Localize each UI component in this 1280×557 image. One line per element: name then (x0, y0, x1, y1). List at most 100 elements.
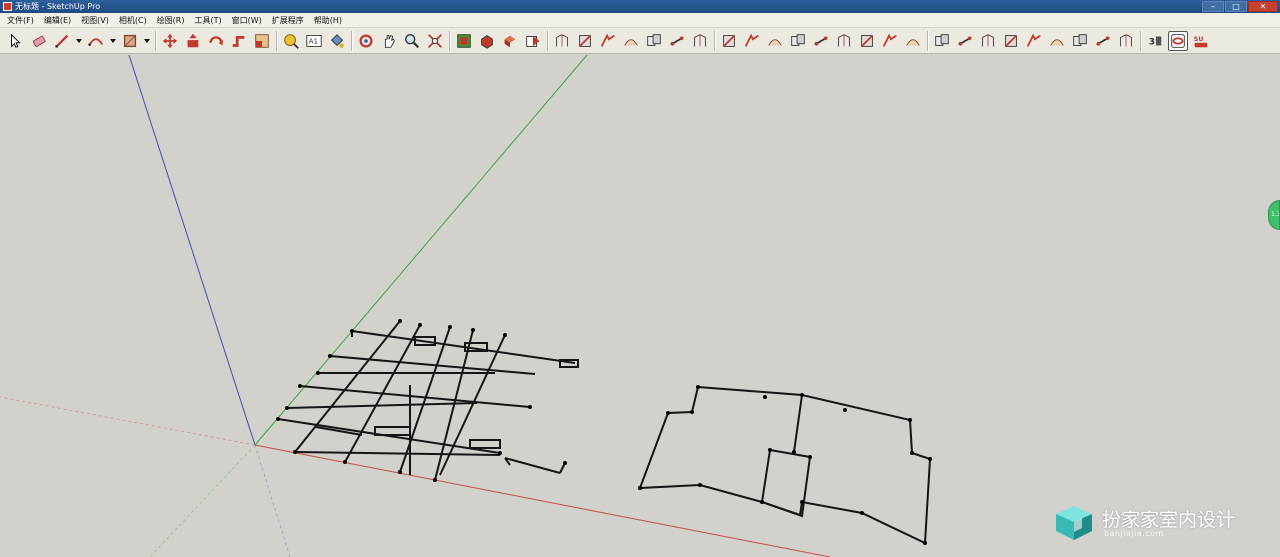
stamp-tool-button[interactable] (621, 31, 641, 51)
smoove-tool-button[interactable] (598, 31, 618, 51)
curve-tool-button[interactable] (857, 31, 877, 51)
orbit-tool-icon (359, 33, 373, 48)
menu-draw[interactable]: 绘图(R) (152, 15, 190, 26)
drape-tool-button[interactable] (644, 31, 664, 51)
menu-file[interactable]: 文件(F) (2, 15, 39, 26)
flip-edge-tool-button[interactable] (690, 31, 710, 51)
toolbar-separator (714, 30, 715, 51)
cube-logo-icon (1056, 506, 1092, 540)
offset-edges-tool-button[interactable] (811, 31, 831, 51)
toolbar-separator (449, 30, 450, 51)
solid-tools-8-button[interactable] (1093, 31, 1113, 51)
close-button[interactable]: ✕ (1248, 1, 1278, 12)
solid-tools-6-icon (1050, 38, 1064, 46)
rectangle-tool-icon (123, 34, 137, 47)
extension-warehouse-button-icon (481, 34, 493, 49)
sandbox-from-scratch-button[interactable] (575, 31, 595, 51)
menu-view[interactable]: 视图(V) (76, 15, 114, 26)
eraser-tool-icon (32, 35, 46, 47)
add-detail-tool-button[interactable] (667, 31, 687, 51)
text-tool-button[interactable]: A1 (304, 31, 324, 51)
menu-camera[interactable]: 相机(C) (114, 15, 152, 26)
menu-bar: 文件(F) 编辑(E) 视图(V) 相机(C) 绘图(R) 工具(T) 窗口(W… (0, 13, 1280, 28)
sketchucation-button-button[interactable]: SU (1191, 31, 1211, 51)
toolbar-separator (1140, 30, 1141, 51)
minimize-button[interactable]: – (1202, 1, 1224, 12)
follow-me-tool-button[interactable] (229, 31, 249, 51)
round-corner-tool-button[interactable] (742, 31, 762, 51)
tape-measure-tool-button[interactable] (281, 31, 301, 51)
ruby-console-button-button[interactable] (1168, 30, 1188, 51)
pan-tool-button[interactable] (379, 31, 399, 51)
solid-tools-6-button[interactable] (1047, 31, 1067, 51)
solid-tools-4-button[interactable] (1001, 31, 1021, 51)
sandbox-from-contours-button[interactable] (552, 31, 572, 51)
menu-window[interactable]: 窗口(W) (227, 15, 267, 26)
window-controls: – □ ✕ (1201, 1, 1278, 12)
orbit-tool-button[interactable] (356, 31, 376, 51)
menu-extensions[interactable]: 扩展程序 (267, 15, 309, 26)
window-title: 无标题 - SketchUp Pro (15, 2, 101, 11)
solid-tools-8-icon (1096, 36, 1110, 45)
main-toolbar: A1 3 SU (0, 28, 1280, 54)
rectangle-tool-dropdown[interactable] (143, 31, 151, 51)
svg-text:SU: SU (1194, 36, 1204, 43)
arc-tool-icon (88, 37, 104, 46)
follow-me-tool-icon (232, 35, 245, 47)
weld-tool-icon (882, 33, 897, 47)
solid-tools-5-button[interactable] (1024, 31, 1044, 51)
title-bar: 无标题 - SketchUp Pro – □ ✕ (0, 0, 1280, 13)
paint-bucket-tool-button[interactable] (327, 31, 347, 51)
move-tool-button[interactable] (160, 31, 180, 51)
extension-warehouse-button-button[interactable] (477, 31, 497, 51)
select-tool-button[interactable] (6, 31, 26, 51)
solid-tools-2-icon (958, 36, 972, 45)
arc-tool-button[interactable] (86, 31, 106, 51)
floor-plan-grid[interactable] (277, 320, 579, 481)
solid-tools-3-icon (982, 33, 994, 46)
model-canvas[interactable] (0, 55, 1280, 557)
3d-warehouse-button-button[interactable] (454, 31, 474, 51)
solid-tools-3-button[interactable] (978, 31, 998, 51)
plugin-1-button[interactable]: 3 (1145, 31, 1165, 51)
menu-edit[interactable]: 编辑(E) (39, 15, 76, 26)
rotate-tool-button[interactable] (206, 31, 226, 51)
subdivide-tool-button[interactable] (903, 31, 923, 51)
menu-help[interactable]: 帮助(H) (309, 15, 347, 26)
fillet-tool-button[interactable] (765, 31, 785, 51)
menu-tools[interactable]: 工具(T) (190, 15, 227, 26)
zoom-extents-tool-button[interactable] (425, 31, 445, 51)
solid-tools-1-button[interactable] (932, 31, 952, 51)
green-axis-negative (149, 444, 256, 557)
building-outline[interactable] (638, 386, 932, 545)
chamfer-tool-button[interactable] (788, 31, 808, 51)
arc-tool-dropdown[interactable] (109, 31, 117, 51)
watermark-url: banjiajia.com (1104, 529, 1164, 538)
rectangle-tool-button[interactable] (120, 31, 140, 51)
zoom-tool-button[interactable] (402, 31, 422, 51)
line-tool-dropdown[interactable] (75, 31, 83, 51)
eraser-tool-button[interactable] (29, 31, 49, 51)
subdivide-tool-icon (906, 38, 920, 46)
weld-tool-button[interactable] (880, 31, 900, 51)
svg-text:A1: A1 (309, 36, 319, 45)
svg-text:3: 3 (1149, 37, 1155, 47)
send-to-layout-button-button[interactable] (523, 31, 543, 51)
bezier-tool-button[interactable] (834, 31, 854, 51)
toolbar-separator (276, 30, 277, 51)
solid-tools-9-button[interactable] (1116, 31, 1136, 51)
roof-tool-button[interactable] (719, 31, 739, 51)
layout-button-button[interactable] (500, 31, 520, 51)
side-panel-handle[interactable]: 1.3 (1268, 200, 1280, 230)
solid-tools-2-button[interactable] (955, 31, 975, 51)
solid-tools-7-button[interactable] (1070, 31, 1090, 51)
maximize-button[interactable]: □ (1225, 1, 1247, 12)
toolbar-separator (927, 30, 928, 51)
bezier-tool-icon (838, 33, 850, 46)
push-pull-tool-button[interactable] (183, 31, 203, 51)
line-tool-button[interactable] (52, 31, 72, 51)
push-pull-tool-icon (187, 33, 199, 47)
scale-tool-button[interactable] (252, 31, 272, 51)
drawing-viewport[interactable]: 1.3 扮家家室内设计 banjiajia.com (0, 55, 1280, 557)
zoom-tool-icon (405, 33, 420, 48)
